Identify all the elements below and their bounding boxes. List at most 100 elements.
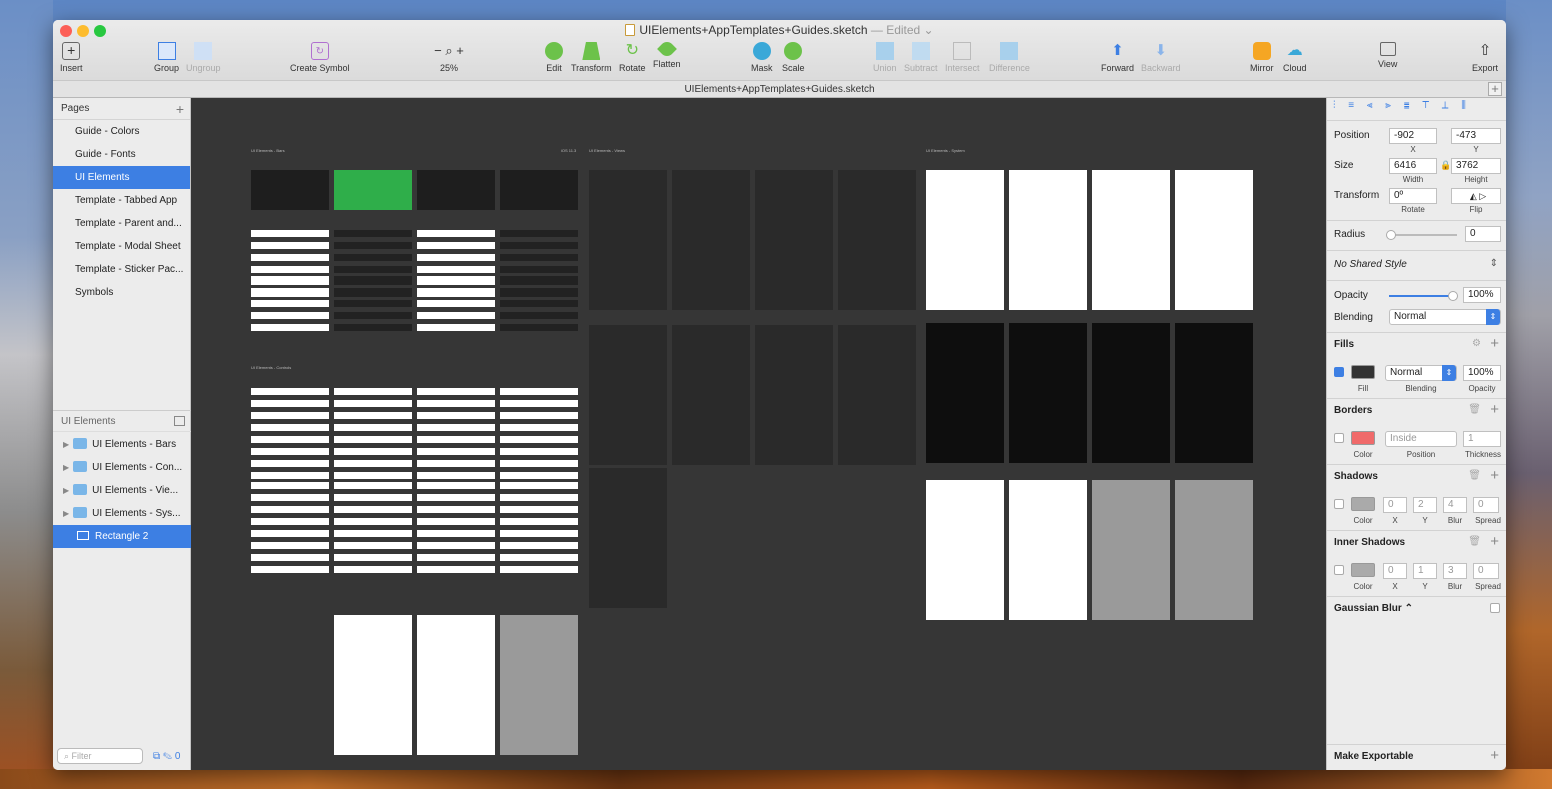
artboard-thumbnail[interactable] bbox=[1009, 170, 1087, 310]
page-item[interactable]: Template - Tabbed App bbox=[53, 189, 190, 212]
artboard-thumbnail[interactable] bbox=[500, 324, 578, 331]
artboard-thumbnail[interactable] bbox=[417, 506, 495, 513]
page-item[interactable]: Symbols bbox=[53, 281, 190, 304]
border-position-select[interactable]: Inside bbox=[1385, 431, 1457, 447]
position-y-field[interactable]: -473 bbox=[1451, 128, 1501, 144]
artboard-thumbnail[interactable] bbox=[500, 482, 578, 489]
backward-button[interactable]: ⬇ Backward bbox=[1141, 42, 1181, 73]
shadow-spread-field[interactable]: 0 bbox=[1473, 497, 1499, 513]
artboard-thumbnail[interactable] bbox=[500, 424, 578, 431]
trash-icon[interactable]: 🗑 bbox=[1468, 536, 1481, 547]
canvas[interactable]: UI Elements - Bars iOS 11.3 UI Elements … bbox=[191, 98, 1326, 770]
artboard-thumbnail[interactable] bbox=[417, 482, 495, 489]
alignment-toolbar[interactable]: ⫶ ≡ ⫷ ⫸ ≣ ⊤ ⊥ ⫼ bbox=[1327, 100, 1506, 118]
artboard-thumbnail[interactable] bbox=[926, 170, 1004, 310]
opacity-field[interactable]: 100% bbox=[1463, 287, 1501, 303]
artboard-thumbnail[interactable] bbox=[251, 566, 329, 573]
export-button[interactable]: ⇧ Export bbox=[1472, 42, 1498, 73]
artboard-thumbnail[interactable] bbox=[926, 323, 1004, 463]
artboard-thumbnail[interactable] bbox=[334, 300, 412, 307]
artboard-thumbnail[interactable] bbox=[251, 170, 329, 210]
artboard-thumbnail[interactable] bbox=[417, 300, 495, 307]
artboard-thumbnail[interactable] bbox=[251, 388, 329, 395]
fill-blend-select[interactable]: Normal ⇕ bbox=[1385, 365, 1457, 381]
artboard-thumbnail[interactable] bbox=[755, 170, 833, 310]
artboard-thumbnail[interactable] bbox=[251, 288, 329, 295]
artboard-thumbnail[interactable] bbox=[500, 472, 578, 479]
artboard-thumbnail[interactable] bbox=[500, 542, 578, 549]
artboard-thumbnail[interactable] bbox=[334, 615, 412, 755]
filter-options[interactable]: ⧉ ✎ 0 bbox=[153, 751, 180, 762]
artboard-thumbnail[interactable] bbox=[500, 300, 578, 307]
artboard-thumbnail[interactable] bbox=[251, 472, 329, 479]
gaussian-blur-section[interactable]: Gaussian Blur ⌃ bbox=[1327, 596, 1506, 620]
page-item[interactable]: Template - Modal Sheet bbox=[53, 235, 190, 258]
artboard-thumbnail[interactable] bbox=[334, 482, 412, 489]
artboard-thumbnail[interactable] bbox=[500, 170, 578, 210]
artboard-thumbnail[interactable] bbox=[500, 506, 578, 513]
add-shadow-button[interactable]: + bbox=[1490, 467, 1499, 484]
shadow-color-swatch[interactable] bbox=[1351, 497, 1375, 511]
layer-row-selected[interactable]: Rectangle 2 bbox=[53, 525, 191, 548]
disclosure-icon[interactable]: ▶ bbox=[63, 463, 69, 472]
artboard-thumbnail[interactable] bbox=[334, 448, 412, 455]
artboard-thumbnail[interactable] bbox=[417, 412, 495, 419]
artboard-thumbnail[interactable] bbox=[334, 424, 412, 431]
artboard-thumbnail[interactable] bbox=[251, 448, 329, 455]
slider-knob[interactable] bbox=[1386, 230, 1396, 240]
artboard-thumbnail[interactable] bbox=[334, 312, 412, 319]
artboard-thumbnail[interactable] bbox=[334, 506, 412, 513]
artboard-thumbnail[interactable] bbox=[500, 530, 578, 537]
opacity-slider[interactable] bbox=[1389, 291, 1458, 301]
artboard-thumbnail[interactable] bbox=[417, 324, 495, 331]
edit-button[interactable]: Edit bbox=[545, 42, 563, 73]
difference-button[interactable]: Difference bbox=[989, 42, 1030, 73]
cloud-button[interactable]: ☁ Cloud bbox=[1283, 42, 1307, 73]
artboard-thumbnail[interactable] bbox=[500, 436, 578, 443]
inner-shadow-spread-field[interactable]: 0 bbox=[1473, 563, 1499, 579]
artboard-thumbnail[interactable] bbox=[251, 324, 329, 331]
artboard-thumbnail[interactable] bbox=[251, 266, 329, 273]
artboard-thumbnail[interactable] bbox=[417, 388, 495, 395]
artboard-thumbnail[interactable] bbox=[755, 325, 833, 465]
artboard-thumbnail[interactable] bbox=[417, 170, 495, 210]
scale-button[interactable]: Scale bbox=[782, 42, 805, 73]
artboard-thumbnail[interactable] bbox=[251, 300, 329, 307]
border-enabled-checkbox[interactable] bbox=[1334, 433, 1344, 443]
artboard-thumbnail[interactable] bbox=[334, 518, 412, 525]
rotate-field[interactable]: 0º bbox=[1389, 188, 1437, 204]
artboard-thumbnail[interactable] bbox=[1009, 480, 1087, 620]
artboard-thumbnail[interactable] bbox=[500, 412, 578, 419]
inner-shadow-x-field[interactable]: 0 bbox=[1383, 563, 1407, 579]
artboard-thumbnail[interactable] bbox=[417, 494, 495, 501]
add-export-button[interactable]: + bbox=[1490, 747, 1499, 764]
artboard-thumbnail[interactable] bbox=[1175, 323, 1253, 463]
layer-row[interactable]: ▶ UI Elements - Vie... bbox=[53, 479, 191, 502]
radius-slider[interactable] bbox=[1386, 230, 1457, 240]
artboard-thumbnail[interactable] bbox=[251, 436, 329, 443]
artboard-thumbnail[interactable] bbox=[417, 254, 495, 261]
artboard-thumbnail[interactable] bbox=[334, 324, 412, 331]
inner-shadow-blur-field[interactable]: 3 bbox=[1443, 563, 1467, 579]
fill-enabled-checkbox[interactable] bbox=[1334, 367, 1344, 377]
artboard-thumbnail[interactable] bbox=[334, 400, 412, 407]
artboard-thumbnail[interactable] bbox=[251, 482, 329, 489]
slider-knob[interactable] bbox=[1448, 291, 1458, 301]
artboard-thumbnail[interactable] bbox=[417, 448, 495, 455]
disclosure-icon[interactable]: ▶ bbox=[63, 440, 69, 449]
artboard-thumbnail[interactable] bbox=[672, 170, 750, 310]
artboard-thumbnail[interactable] bbox=[334, 276, 412, 283]
artboard-thumbnail[interactable] bbox=[500, 388, 578, 395]
layer-row[interactable]: ▶ UI Elements - Con... bbox=[53, 456, 191, 479]
artboard-thumbnail[interactable] bbox=[417, 288, 495, 295]
position-x-field[interactable]: -902 bbox=[1389, 128, 1437, 144]
artboard-thumbnail[interactable] bbox=[500, 254, 578, 261]
artboard-thumbnail[interactable] bbox=[1092, 170, 1170, 310]
artboard-thumbnail[interactable] bbox=[417, 230, 495, 237]
artboard-thumbnail[interactable] bbox=[500, 266, 578, 273]
artboard-thumbnail[interactable] bbox=[1175, 170, 1253, 310]
artboard-thumbnail[interactable] bbox=[334, 288, 412, 295]
blending-select[interactable]: Normal ⇕ bbox=[1389, 309, 1501, 325]
artboard-thumbnail[interactable] bbox=[500, 494, 578, 501]
artboard-thumbnail[interactable] bbox=[417, 436, 495, 443]
